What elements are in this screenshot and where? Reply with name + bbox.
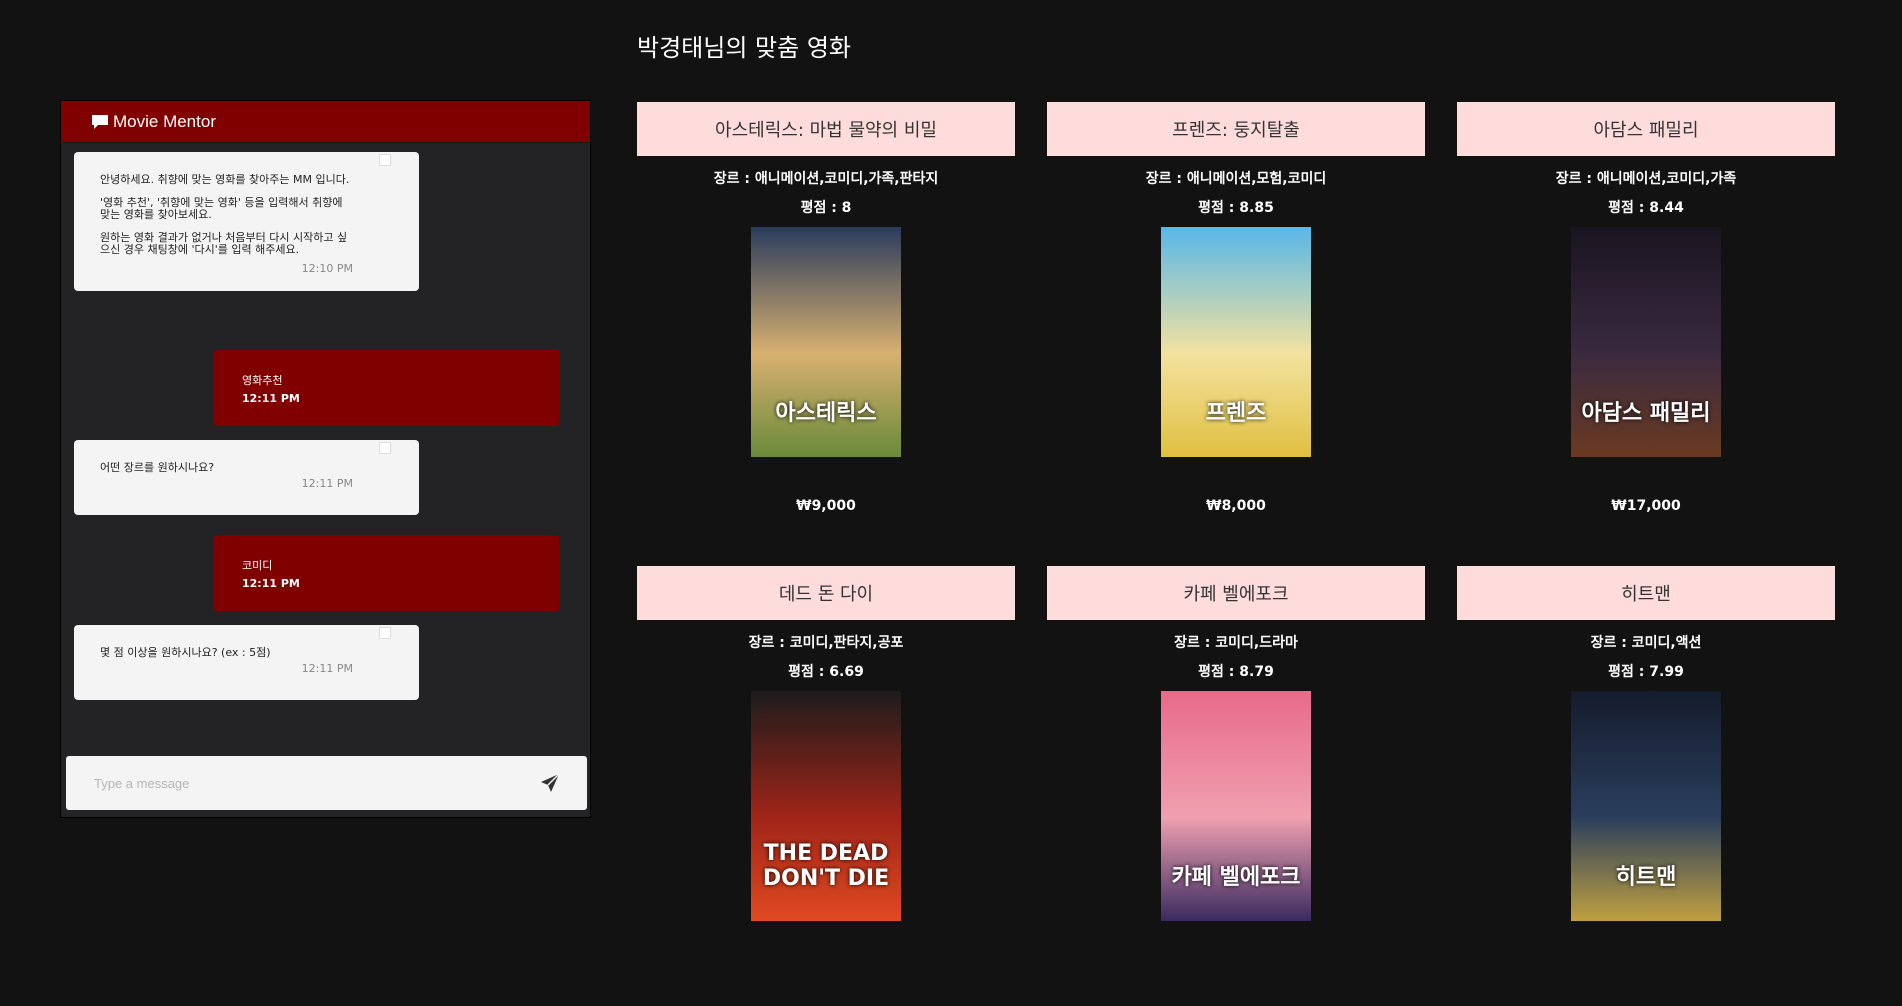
movie-genre: 장르 : 애니메이션,모험,코미디	[1145, 171, 1327, 187]
user-message: 영화추천 12:11 PM	[214, 350, 559, 426]
message-text: 안녕하세요. 취향에 맞는 영화를 찾아주는 MM 입니다.	[100, 173, 350, 186]
chat-header: Movie Mentor	[61, 101, 590, 143]
poster-title: THE DEAD DON'T DIE	[762, 841, 890, 891]
chat-bubble-icon	[91, 114, 109, 130]
message-list[interactable]: 안녕하세요. 취향에 맞는 영화를 찾아주는 MM 입니다. '영화 추천', …	[61, 143, 590, 817]
movie-card[interactable]: 아담스 패밀리 장르 : 애니메이션,코미디,가족 평점 : 8.44 아담스 …	[1457, 102, 1835, 542]
message-time: 12:10 PM	[301, 262, 353, 275]
message-text: 어떤 장르를 원하시나요?	[100, 461, 215, 474]
user-message: 코미디 12:11 PM	[214, 535, 559, 611]
movie-rating: 평점 : 8.44	[1608, 200, 1684, 216]
movie-genre: 장르 : 애니메이션,코미디,가족	[1555, 171, 1737, 187]
movie-title[interactable]: 카페 벨에포크	[1047, 566, 1425, 620]
movie-rating: 평점 : 8.85	[1198, 200, 1274, 216]
movie-title[interactable]: 아담스 패밀리	[1457, 102, 1835, 156]
message-text: 영화추천	[242, 374, 283, 387]
message-time: 12:11 PM	[242, 577, 300, 590]
message-text: 코미디	[242, 559, 273, 572]
movie-rating: 평점 : 6.69	[788, 664, 864, 680]
movie-card[interactable]: 데드 돈 다이 장르 : 코미디,판타지,공포 평점 : 6.69 THE DE…	[637, 566, 1015, 1006]
checkbox-icon	[379, 627, 391, 639]
bot-message: 안녕하세요. 취향에 맞는 영화를 찾아주는 MM 입니다. '영화 추천', …	[74, 152, 419, 291]
message-text: '영화 추천', '취향에 맞는 영화' 등을 입력해서 취향에 맞는 영화를 …	[100, 196, 343, 221]
movie-genre: 장르 : 코미디,드라마	[1174, 635, 1298, 651]
message-input[interactable]	[92, 774, 539, 792]
movie-genre: 장르 : 애니메이션,코미디,가족,판타지	[713, 171, 939, 187]
movie-rating: 평점 : 7.99	[1608, 664, 1684, 680]
movie-title[interactable]: 데드 돈 다이	[637, 566, 1015, 620]
movie-price: ₩9,000	[796, 498, 856, 514]
poster-title: 카페 벨에포크	[1171, 865, 1301, 890]
poster-title: 아담스 패밀리	[1581, 401, 1711, 426]
poster-title: 프렌즈	[1205, 401, 1267, 426]
page-title: 박경태님의 맞춤 영화	[637, 34, 851, 62]
movie-rating: 평점 : 8	[800, 200, 852, 216]
checkbox-icon	[379, 442, 391, 454]
poster-title: 히트맨	[1615, 865, 1677, 890]
movie-poster[interactable]: 아담스 패밀리	[1571, 227, 1721, 457]
bot-message: 몇 점 이상을 원하시나요? (ex : 5점) 12:11 PM	[74, 625, 419, 700]
movie-card[interactable]: 카페 벨에포크 장르 : 코미디,드라마 평점 : 8.79 카페 벨에포크	[1047, 566, 1425, 1006]
chat-panel: Movie Mentor 안녕하세요. 취향에 맞는 영화를 찾아주는 MM 입…	[60, 100, 591, 818]
message-input-bar	[66, 756, 587, 810]
movie-genre: 장르 : 코미디,액션	[1590, 635, 1702, 651]
movie-poster[interactable]: 프렌즈	[1161, 227, 1311, 457]
poster-title: 아스테릭스	[775, 401, 877, 426]
movie-poster[interactable]: 카페 벨에포크	[1161, 691, 1311, 921]
message-time: 12:11 PM	[242, 392, 300, 405]
message-text: 몇 점 이상을 원하시나요? (ex : 5점)	[100, 646, 271, 659]
movie-card[interactable]: 아스테릭스: 마법 물약의 비밀 장르 : 애니메이션,코미디,가족,판타지 평…	[637, 102, 1015, 542]
message-text: 원하는 영화 결과가 없거나 처음부터 다시 시작하고 싶으신 경우 채팅창에 …	[100, 231, 348, 256]
movie-title[interactable]: 프렌즈: 둥지탈출	[1047, 102, 1425, 156]
bot-message: 어떤 장르를 원하시나요? 12:11 PM	[74, 440, 419, 515]
movie-poster[interactable]: THE DEAD DON'T DIE	[751, 691, 901, 921]
checkbox-icon	[379, 154, 391, 166]
chat-title: Movie Mentor	[113, 111, 216, 131]
movie-price: ₩8,000	[1206, 498, 1266, 514]
movie-card[interactable]: 프렌즈: 둥지탈출 장르 : 애니메이션,모험,코미디 평점 : 8.85 프렌…	[1047, 102, 1425, 542]
message-time: 12:11 PM	[301, 477, 353, 490]
movie-poster[interactable]: 히트맨	[1571, 691, 1721, 921]
movie-title[interactable]: 아스테릭스: 마법 물약의 비밀	[637, 102, 1015, 156]
paper-plane-icon[interactable]	[539, 772, 561, 794]
movie-genre: 장르 : 코미디,판타지,공포	[748, 635, 904, 651]
movie-rating: 평점 : 8.79	[1198, 664, 1274, 680]
message-time: 12:11 PM	[301, 662, 353, 675]
movie-price: ₩17,000	[1611, 498, 1681, 514]
movie-title[interactable]: 히트맨	[1457, 566, 1835, 620]
movie-card[interactable]: 히트맨 장르 : 코미디,액션 평점 : 7.99 히트맨	[1457, 566, 1835, 1006]
movie-poster[interactable]: 아스테릭스	[751, 227, 901, 457]
